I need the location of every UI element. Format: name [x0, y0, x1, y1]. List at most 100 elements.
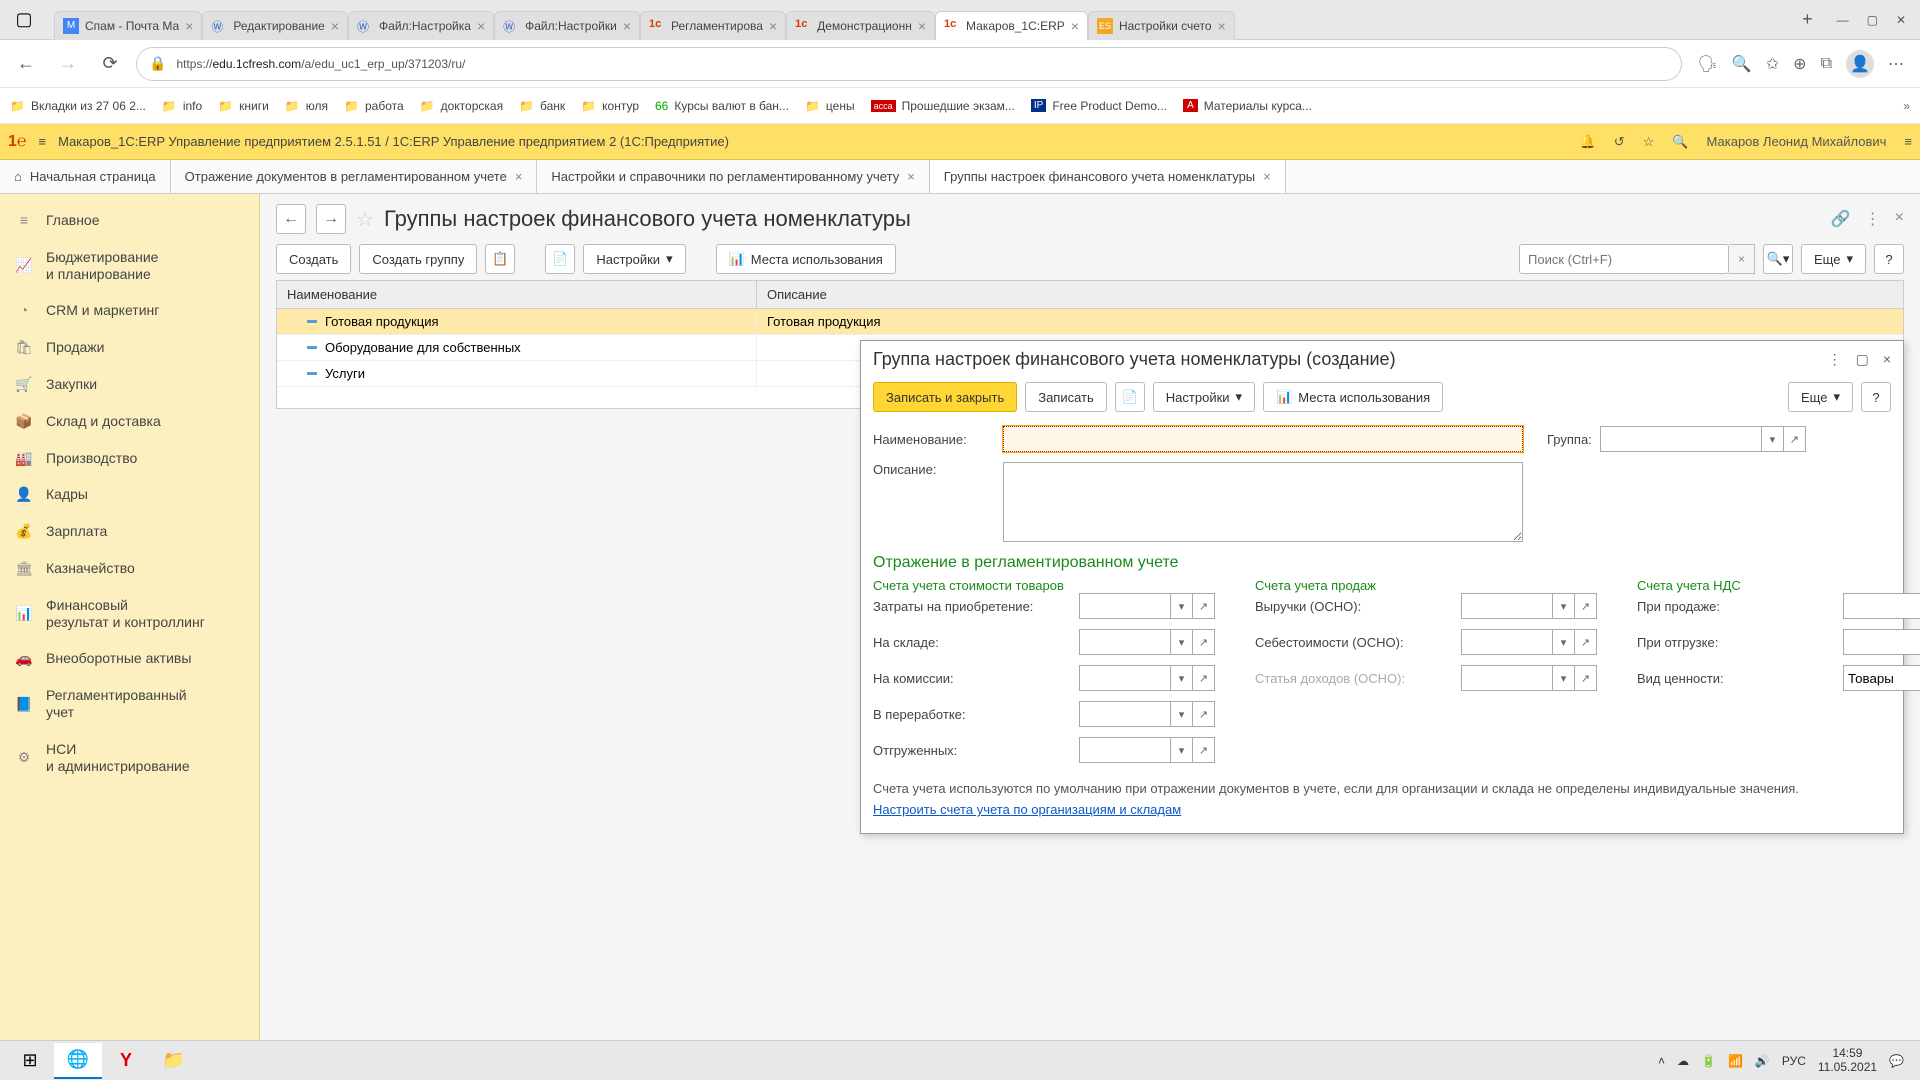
more-button[interactable]: Еще ▾ — [1801, 244, 1866, 274]
acct-select[interactable]: ▾↗ — [1843, 629, 1920, 655]
minimize-icon[interactable]: — — [1837, 13, 1849, 27]
modal-settings-button[interactable]: Настройки ▾ — [1153, 382, 1255, 412]
acct-select[interactable]: ▾↗ — [1843, 593, 1920, 619]
onedrive-icon[interactable]: ☁ — [1677, 1054, 1689, 1068]
bookmark-item[interactable]: 📁Вкладки из 27 06 2... — [10, 99, 146, 113]
user-dropdown-icon[interactable]: ≡ — [1904, 134, 1912, 149]
open-icon[interactable]: ↗ — [1574, 666, 1596, 690]
modal-help-button[interactable]: ? — [1861, 382, 1891, 412]
chevron-down-icon[interactable]: ▾ — [1170, 666, 1192, 690]
menu-toggle-icon[interactable]: ≡ — [39, 134, 47, 149]
sidebar-item[interactable]: 🛒Закупки — [0, 366, 259, 403]
acct-select[interactable]: ▾↗ — [1461, 665, 1597, 691]
refresh-button[interactable]: ⟳ — [94, 48, 126, 80]
chevron-down-icon[interactable]: ▾ — [1170, 630, 1192, 654]
table-row[interactable]: Готовая продукцияГотовая продукция — [277, 309, 1903, 335]
usage-button[interactable]: 📊Места использования — [716, 244, 896, 274]
sidebar-item[interactable]: ◔CRM и маркетинг — [0, 292, 259, 329]
address-bar[interactable]: 🔒 https://edu.1cfresh.com/a/edu_uc1_erp_… — [136, 47, 1682, 81]
link-icon[interactable]: 🔗 — [1831, 209, 1851, 229]
wifi-icon[interactable]: 📶 — [1728, 1054, 1743, 1068]
chevron-down-icon[interactable]: ▾ — [1170, 702, 1192, 726]
copy-button[interactable]: 📋 — [485, 244, 515, 274]
close-page-icon[interactable]: × — [1895, 209, 1904, 229]
more-icon[interactable]: ⋮ — [1865, 209, 1881, 229]
open-icon[interactable]: ↗ — [1192, 630, 1214, 654]
yandex-icon[interactable]: Y — [102, 1043, 150, 1079]
new-tab-button[interactable]: + — [1792, 5, 1823, 34]
tab-close-icon[interactable]: × — [331, 18, 339, 34]
tab-close-icon[interactable]: × — [623, 18, 631, 34]
save-close-button[interactable]: Записать и закрыть — [873, 382, 1017, 412]
extensions-icon[interactable]: ⧉ — [1821, 55, 1832, 73]
bell-icon[interactable]: 🔔 — [1580, 134, 1596, 150]
modal-close-icon[interactable]: × — [1883, 351, 1891, 368]
modal-usage-button[interactable]: 📊Места использования — [1263, 382, 1443, 412]
open-icon[interactable]: ↗ — [1783, 427, 1805, 451]
help-button[interactable]: ? — [1874, 244, 1904, 274]
save-button[interactable]: Записать — [1025, 382, 1107, 412]
edge-icon[interactable]: 🌐 — [54, 1043, 102, 1079]
group-select[interactable]: ▾↗ — [1600, 426, 1806, 452]
tab-close-icon[interactable]: × — [1071, 18, 1079, 34]
modal-more-icon[interactable]: ⋮ — [1828, 351, 1842, 368]
sidebar-item[interactable]: 📈Бюджетирование и планирование — [0, 239, 259, 293]
forward-nav-button[interactable]: → — [316, 204, 346, 234]
list-mode-button[interactable]: 📄 — [545, 244, 575, 274]
sidebar-item[interactable]: 🛍Продажи — [0, 329, 259, 366]
sidebar-item[interactable]: 👤Кадры — [0, 476, 259, 513]
modal-max-icon[interactable]: ▢ — [1856, 351, 1869, 368]
sidebar-item[interactable]: 🏛Казначейство — [0, 550, 259, 587]
sidebar-item[interactable]: 🚗Внеоборотные активы — [0, 640, 259, 677]
back-nav-button[interactable]: ← — [276, 204, 306, 234]
browser-tab[interactable]: ⓌРедактирование× — [202, 11, 348, 40]
sidebar-item[interactable]: 📦Склад и доставка — [0, 403, 259, 440]
acct-select[interactable]: ▾↗ — [1079, 629, 1215, 655]
open-icon[interactable]: ↗ — [1192, 702, 1214, 726]
bookmark-item[interactable]: 📁работа — [344, 99, 404, 113]
bookmarks-overflow-icon[interactable]: » — [1903, 99, 1910, 113]
favorite-page-icon[interactable]: ☆ — [356, 207, 374, 232]
sidebar-item[interactable]: ⚙НСИ и администрирование — [0, 731, 259, 785]
profile-avatar[interactable]: 👤 — [1846, 50, 1874, 78]
create-group-button[interactable]: Создать группу — [359, 244, 477, 274]
chevron-down-icon[interactable]: ▾ — [1170, 594, 1192, 618]
acct-select[interactable]: ▾↗ — [1079, 665, 1215, 691]
tab-close-icon[interactable]: × — [907, 169, 915, 184]
browser-tab[interactable]: 1cРегламентирова× — [640, 11, 786, 40]
sidebar-item[interactable]: 🏭Производство — [0, 440, 259, 477]
bookmark-item[interactable]: 📁контур — [581, 99, 639, 113]
menu-icon[interactable]: ⋯ — [1888, 54, 1904, 74]
col-desc-header[interactable]: Описание — [757, 281, 1903, 308]
open-icon[interactable]: ↗ — [1192, 594, 1214, 618]
open-icon[interactable]: ↗ — [1574, 594, 1596, 618]
configure-link[interactable]: Настроить счета учета по организациям и … — [873, 802, 1181, 817]
browser-tab[interactable]: MСпам - Почта Ма× — [54, 11, 202, 40]
settings-button[interactable]: Настройки ▾ — [583, 244, 685, 274]
bookmark-item[interactable]: IPFree Product Demo... — [1031, 99, 1167, 113]
bookmark-item[interactable]: 📁книги — [218, 99, 269, 113]
open-icon[interactable]: ↗ — [1192, 666, 1214, 690]
notifications-icon[interactable]: 💬 — [1889, 1054, 1904, 1068]
tabs-manager-icon[interactable]: ▢ — [0, 2, 48, 38]
home-tab[interactable]: ⌂ Начальная страница — [0, 160, 171, 193]
battery-icon[interactable]: 🔋 — [1701, 1054, 1716, 1068]
bookmark-item[interactable]: АМатериалы курса... — [1183, 99, 1312, 113]
browser-tab[interactable]: ⓌФайл:Настройки× — [494, 11, 640, 40]
acct-select[interactable]: ▾↗ — [1079, 593, 1215, 619]
browser-tab[interactable]: ⓌФайл:Настройка× — [348, 11, 494, 40]
back-button[interactable]: ← — [10, 48, 42, 80]
bookmark-item[interactable]: accaПрошедшие экзам... — [871, 99, 1015, 113]
lang-indicator[interactable]: РУС — [1782, 1054, 1806, 1068]
desc-input[interactable] — [1003, 462, 1523, 542]
maximize-icon[interactable]: ▢ — [1867, 13, 1878, 27]
name-input[interactable] — [1003, 426, 1523, 452]
collections-icon[interactable]: ⊕ — [1793, 54, 1806, 74]
history-icon[interactable]: ↺ — [1614, 134, 1625, 150]
chevron-down-icon[interactable]: ▾ — [1552, 630, 1574, 654]
tab-close-icon[interactable]: × — [185, 18, 193, 34]
create-button[interactable]: Создать — [276, 244, 351, 274]
user-label[interactable]: Макаров Леонид Михайлович — [1707, 134, 1887, 149]
clock[interactable]: 14:59 11.05.2021 — [1818, 1047, 1877, 1073]
browser-tab[interactable]: 1cМакаров_1С:ERP× — [935, 11, 1088, 40]
